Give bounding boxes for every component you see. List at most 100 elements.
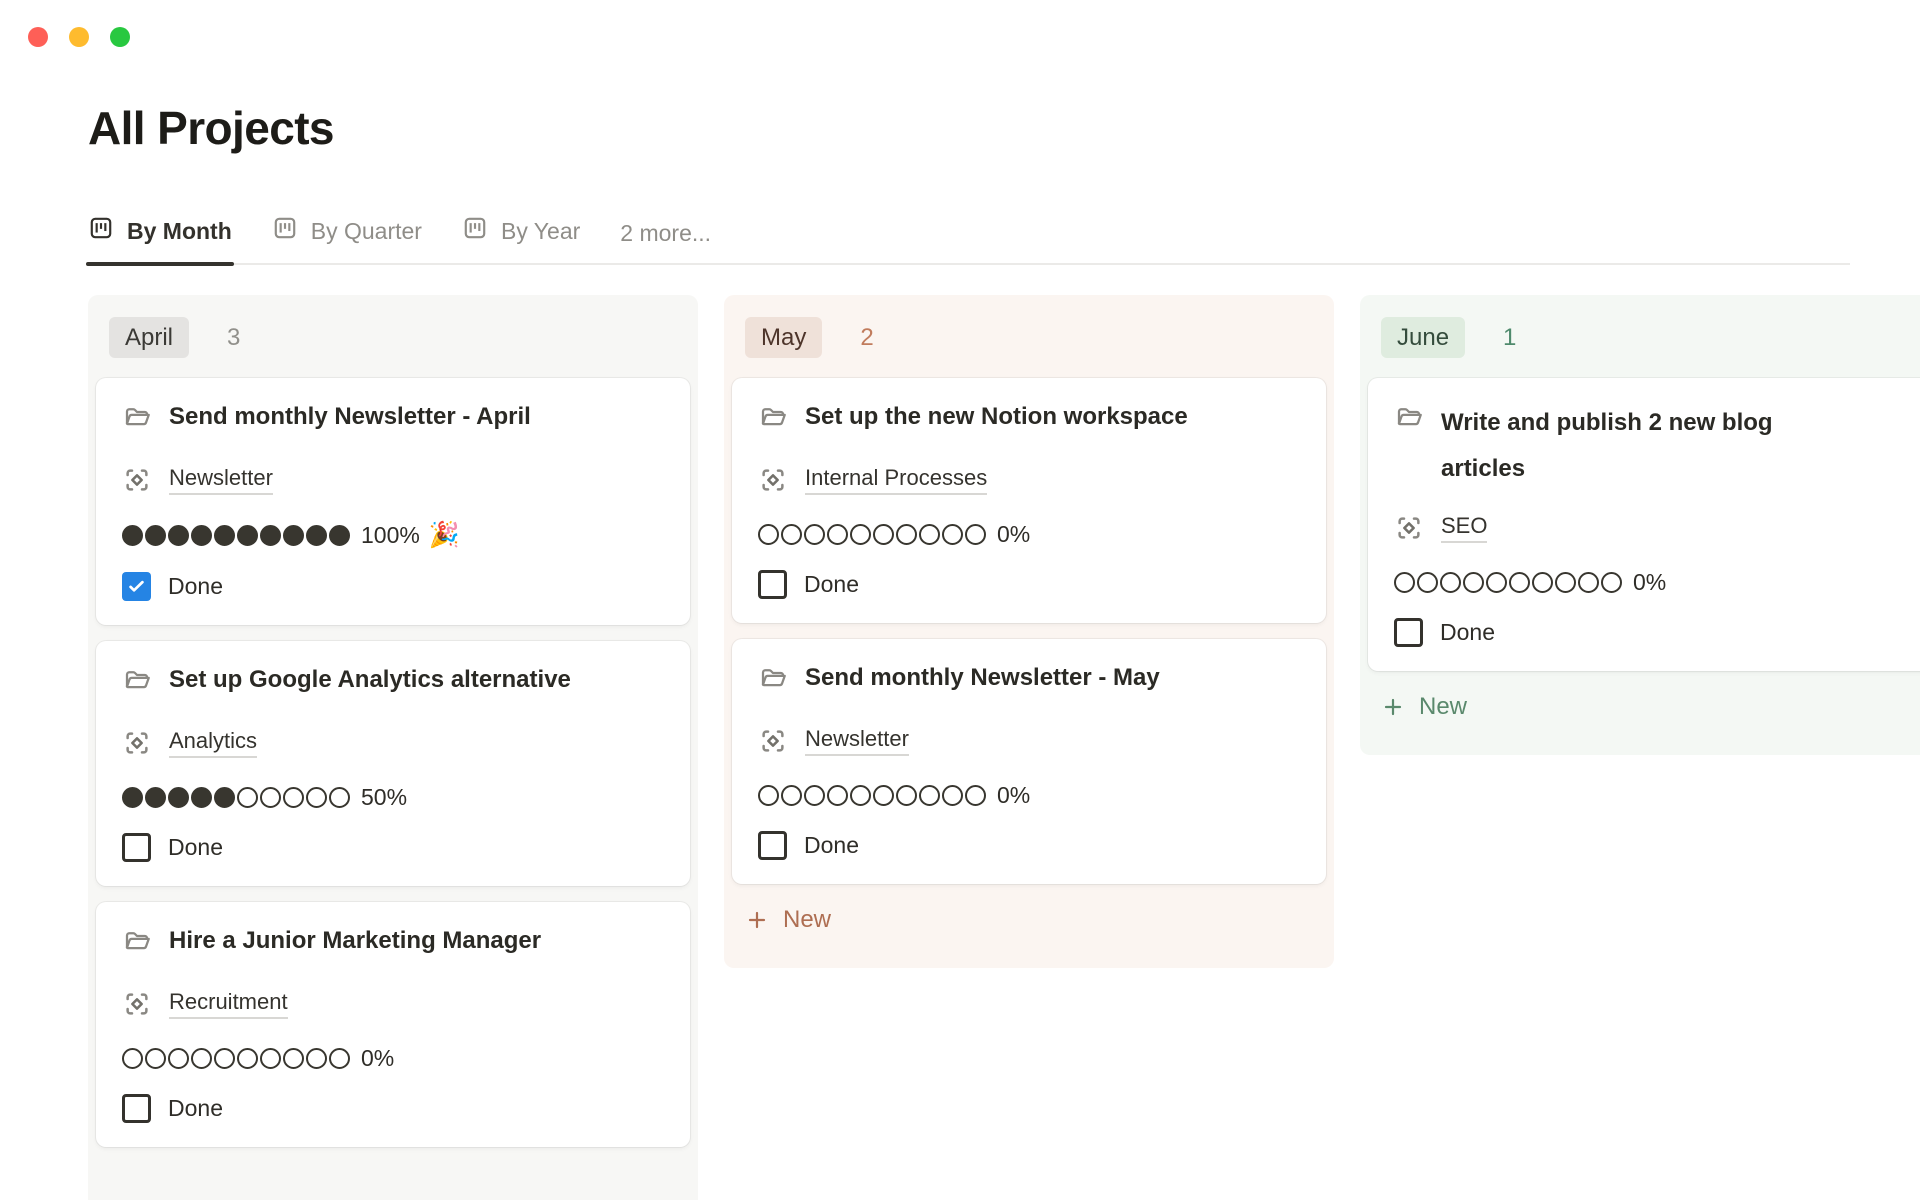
progress-dot-empty	[260, 1048, 281, 1069]
project-card[interactable]: Hire a Junior Marketing Manager Recruitm…	[96, 902, 690, 1147]
new-card-button[interactable]: New	[1368, 679, 1920, 735]
done-label: Done	[1440, 619, 1495, 646]
month-pill[interactable]: June	[1381, 317, 1465, 358]
board-view-icon	[462, 215, 488, 247]
tab-more-views[interactable]: 2 more...	[620, 220, 711, 263]
progress-dot-filled	[145, 525, 166, 546]
project-relation-row: Newsletter	[758, 726, 1300, 756]
progress-dot-empty	[919, 524, 940, 545]
progress-dot-filled	[122, 525, 143, 546]
done-row: Done	[122, 572, 664, 601]
done-checkbox[interactable]	[122, 572, 151, 601]
open-folder-icon	[122, 403, 152, 433]
progress-dot-filled	[214, 525, 235, 546]
progress-dot-empty	[1578, 572, 1599, 593]
project-link[interactable]: Newsletter	[169, 465, 273, 495]
card-title-row: Send monthly Newsletter - April	[122, 400, 664, 435]
card-title: Set up Google Analytics alternative	[169, 663, 571, 698]
tab-by-month[interactable]: By Month	[88, 215, 232, 263]
column-count: 2	[860, 324, 873, 352]
view-tabs: By Month By Quarter By Year 2 more...	[88, 215, 1850, 265]
column-count: 1	[1503, 324, 1516, 352]
month-pill[interactable]: April	[109, 317, 189, 358]
progress-dot-empty	[1417, 572, 1438, 593]
progress-dot-filled	[145, 787, 166, 808]
project-card[interactable]: Set up Google Analytics alternative Anal…	[96, 641, 690, 886]
project-link[interactable]: Internal Processes	[805, 465, 987, 495]
progress-dot-empty	[781, 785, 802, 806]
minimize-window-button[interactable]	[69, 27, 89, 47]
project-relation-row: Internal Processes	[758, 465, 1300, 495]
done-checkbox[interactable]	[122, 833, 151, 862]
progress-dots	[122, 525, 350, 546]
card-title: Hire a Junior Marketing Manager	[169, 924, 541, 959]
progress-dot-filled	[191, 787, 212, 808]
done-checkbox[interactable]	[122, 1094, 151, 1123]
done-checkbox[interactable]	[1394, 618, 1423, 647]
app-window: All Projects By Month By Quarter By Year	[0, 0, 1920, 1200]
kanban-board: April 3 Send monthly Newsletter - April	[88, 295, 1920, 1200]
page-content: All Projects By Month By Quarter By Year	[0, 101, 1920, 1200]
board-view-icon	[272, 215, 298, 247]
tab-label: By Year	[501, 218, 580, 245]
project-card[interactable]: Send monthly Newsletter - April Newslett…	[96, 378, 690, 625]
progress-dot-empty	[1486, 572, 1507, 593]
progress-dot-empty	[306, 1048, 327, 1069]
month-pill[interactable]: May	[745, 317, 822, 358]
column-header: April 3	[96, 303, 690, 378]
progress-percent: 100%	[361, 522, 420, 549]
project-link[interactable]: SEO	[1441, 513, 1487, 543]
progress-dot-empty	[804, 785, 825, 806]
close-window-button[interactable]	[28, 27, 48, 47]
progress-row: 100% 🎉	[122, 521, 664, 550]
progress-dot-empty	[237, 787, 258, 808]
new-card-label: New	[1419, 693, 1467, 721]
progress-dot-filled	[237, 525, 258, 546]
progress-dot-empty	[942, 524, 963, 545]
done-row: Done	[758, 831, 1300, 860]
project-card[interactable]: Write and publish 2 new blog articles SE…	[1368, 378, 1920, 671]
done-checkbox[interactable]	[758, 831, 787, 860]
card-title: Write and publish 2 new blog articles	[1441, 400, 1841, 491]
board-view-icon	[88, 215, 114, 247]
zoom-window-button[interactable]	[110, 27, 130, 47]
relation-target-icon	[122, 465, 152, 495]
project-relation-row: Newsletter	[122, 465, 664, 495]
done-label: Done	[804, 571, 859, 598]
column-header: May 2	[732, 303, 1326, 378]
project-card[interactable]: Set up the new Notion workspace Internal…	[732, 378, 1326, 623]
progress-dot-empty	[850, 524, 871, 545]
done-checkbox[interactable]	[758, 570, 787, 599]
progress-dot-filled	[283, 525, 304, 546]
progress-dot-filled	[306, 525, 327, 546]
open-folder-icon	[122, 927, 152, 957]
progress-percent: 0%	[997, 521, 1030, 548]
progress-dot-empty	[1440, 572, 1461, 593]
progress-dot-empty	[306, 787, 327, 808]
progress-dot-empty	[283, 787, 304, 808]
tab-by-quarter[interactable]: By Quarter	[272, 215, 422, 263]
progress-dot-empty	[873, 785, 894, 806]
project-link[interactable]: Newsletter	[805, 726, 909, 756]
new-card-button[interactable]: New	[732, 892, 1326, 948]
plus-icon	[1381, 695, 1405, 719]
progress-percent: 50%	[361, 784, 407, 811]
tab-by-year[interactable]: By Year	[462, 215, 580, 263]
column-header: June 1	[1368, 303, 1920, 378]
card-title: Send monthly Newsletter - April	[169, 400, 531, 435]
done-label: Done	[168, 834, 223, 861]
project-card[interactable]: Send monthly Newsletter - May Newsletter…	[732, 639, 1326, 884]
tab-label: 2 more...	[620, 220, 711, 247]
done-label: Done	[168, 573, 223, 600]
page-title: All Projects	[88, 101, 1920, 155]
project-link[interactable]: Recruitment	[169, 989, 288, 1019]
tab-label: By Month	[127, 218, 232, 245]
progress-dot-empty	[758, 524, 779, 545]
relation-target-icon	[122, 728, 152, 758]
progress-dot-empty	[237, 1048, 258, 1069]
column-may: May 2 Set up the new Notion workspace	[724, 295, 1334, 968]
progress-dot-empty	[329, 787, 350, 808]
progress-dots	[758, 524, 986, 545]
progress-dot-empty	[1394, 572, 1415, 593]
project-link[interactable]: Analytics	[169, 728, 257, 758]
